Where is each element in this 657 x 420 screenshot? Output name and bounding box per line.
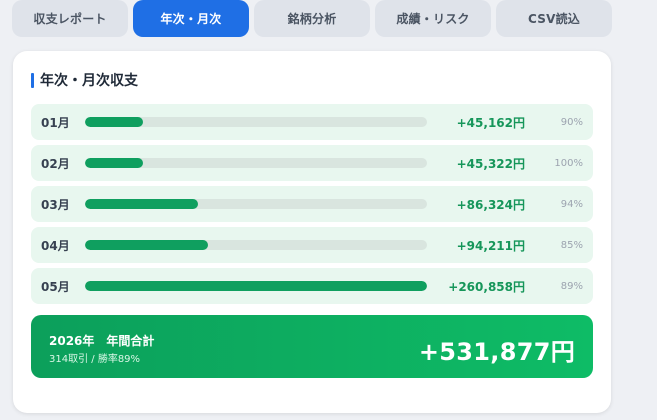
annual-total-label: 2026年 年間合計 [49,332,154,349]
total-amount: +531,877円 [418,338,575,366]
tab-yearly-monthly[interactable]: 年次・月次 [133,0,249,37]
tab-csv-import[interactable]: CSV読込 [496,0,612,37]
month-label: 03月 [41,197,70,212]
progress-fill [85,117,144,127]
progress-track [85,240,427,250]
month-label: 01月 [41,115,70,130]
progress-track [85,117,427,127]
month-row: 02月 +45,322円 100% [31,145,593,181]
progress-track [85,281,427,291]
tab-performance-risk[interactable]: 成績・リスク [375,0,491,37]
monthly-summary-card: 年次・月次収支 01月 +45,162円 90% 02月 +45,322円 10… [13,51,611,413]
month-row: 04月 +94,211円 85% [31,227,593,263]
month-amount: +86,324円 [456,197,525,212]
month-label: 05月 [41,279,70,294]
month-win-rate: 94% [560,198,583,210]
month-amount: +260,858円 [448,279,525,294]
month-amount: +45,322円 [456,156,525,171]
tab-income-report[interactable]: 収支レポート [12,0,128,37]
progress-fill [85,158,144,168]
month-row: 01月 +45,162円 90% [31,104,593,140]
section-title: 年次・月次収支 [31,71,138,89]
total-label: 年間合計 [106,334,155,348]
section-accent-bar [31,72,34,88]
month-label: 02月 [41,156,70,171]
month-label: 04月 [41,238,70,253]
progress-fill [85,281,427,291]
month-amount: +45,162円 [456,115,525,130]
total-year: 2026年 [49,334,95,348]
progress-fill [85,240,209,250]
section-title-text: 年次・月次収支 [40,73,138,89]
month-win-rate: 89% [560,280,583,292]
month-row: 03月 +86,324円 94% [31,186,593,222]
tab-stock-analysis[interactable]: 銘柄分析 [254,0,370,37]
month-win-rate: 90% [560,116,583,128]
annual-total-banner: 2026年 年間合計 314取引 / 勝率89% +531,877円 [31,315,593,378]
month-amount: +94,211円 [456,238,525,253]
month-row: 05月 +260,858円 89% [31,268,593,304]
progress-fill [85,199,199,209]
month-win-rate: 100% [554,157,583,169]
month-win-rate: 85% [560,239,583,251]
total-trade-summary: 314取引 / 勝率89% [49,354,141,365]
progress-track [85,199,427,209]
tab-bar: 収支レポート 年次・月次 銘柄分析 成績・リスク CSV読込 [12,0,612,37]
monthly-list: 01月 +45,162円 90% 02月 +45,322円 100% 03月 +… [31,104,593,309]
progress-track [85,158,427,168]
